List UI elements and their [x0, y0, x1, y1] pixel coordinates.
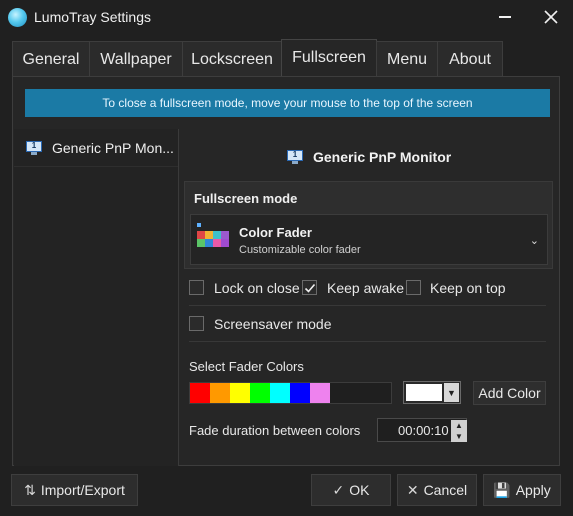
import-export-label: Import/Export [40, 482, 125, 498]
tab-about[interactable]: About [437, 41, 503, 77]
check-icon: ✓ [332, 481, 345, 498]
fade-duration-value: 00:00:10 [398, 423, 449, 438]
keep-on-top-label: Keep on top [430, 280, 506, 296]
monitor-list-item-label: Generic PnP Mon... [52, 140, 174, 156]
minimize-button[interactable] [482, 0, 528, 34]
close-button[interactable] [528, 0, 573, 34]
divider [189, 305, 546, 306]
title-bar: LumoTray Settings [0, 0, 573, 34]
color-picker[interactable]: ▼ [403, 381, 461, 404]
monitor-list-item[interactable]: 1 Generic PnP Mon... [14, 129, 178, 167]
tab-bar: General Wallpaper Lockscreen Fullscreen … [12, 39, 503, 77]
spin-up-icon[interactable]: ▲ [451, 420, 467, 431]
fade-duration-input[interactable]: 00:00:10 ▲ ▼ [377, 418, 467, 442]
fader-color-swatch[interactable] [190, 383, 210, 403]
fullscreen-mode-name: Color Fader [239, 225, 312, 240]
close-icon: ✕ [406, 481, 419, 498]
fader-color-swatch[interactable] [270, 383, 290, 403]
fader-color-swatch[interactable] [210, 383, 230, 403]
chevron-down-icon: ⌄ [529, 235, 539, 247]
cancel-label: Cancel [423, 482, 468, 498]
chevron-down-icon: ▼ [444, 383, 459, 402]
spin-down-icon[interactable]: ▼ [451, 431, 467, 442]
screensaver-mode-checkbox[interactable] [189, 316, 204, 331]
fullscreen-mode-title: Fullscreen mode [194, 191, 298, 206]
ok-label: OK [349, 482, 370, 498]
fullscreen-panel: To close a fullscreen mode, move your mo… [12, 76, 560, 466]
keep-on-top-checkbox[interactable] [406, 280, 421, 295]
import-export-icon: ⇅ [24, 481, 36, 498]
monitor-title: Generic PnP Monitor [313, 149, 452, 165]
checkmark-icon [304, 283, 315, 293]
fader-color-swatch[interactable] [230, 383, 250, 403]
close-icon [544, 10, 558, 24]
ok-button[interactable]: ✓ OK [311, 474, 391, 506]
fade-duration-label: Fade duration between colors [189, 423, 361, 438]
fullscreen-mode-description: Customizable color fader [239, 244, 361, 256]
fullscreen-mode-dropdown[interactable]: Color Fader Customizable color fader ⌄ [190, 214, 548, 265]
add-color-button[interactable]: Add Color [473, 381, 546, 405]
apply-label: Apply [515, 482, 551, 498]
fullscreen-mode-group: Fullscreen mode Color Fader Customizable… [184, 181, 553, 269]
keep-awake-label: Keep awake [327, 280, 405, 296]
tab-lockscreen[interactable]: Lockscreen [182, 41, 282, 77]
lock-on-close-label: Lock on close [214, 280, 300, 296]
fader-color-swatch[interactable] [250, 383, 270, 403]
tab-general[interactable]: General [12, 41, 90, 77]
window-title: LumoTray Settings [34, 9, 151, 25]
tab-wallpaper[interactable]: Wallpaper [89, 41, 183, 77]
monitor-icon: 1 [26, 141, 42, 155]
screensaver-mode-label: Screensaver mode [214, 316, 332, 332]
fader-colors-title: Select Fader Colors [189, 359, 304, 374]
minimize-icon [499, 16, 511, 18]
monitor-icon: 1 [287, 150, 303, 164]
import-export-button[interactable]: ⇅ Import/Export [11, 474, 138, 506]
keep-awake-checkbox[interactable] [302, 280, 317, 295]
monitor-list: 1 Generic PnP Mon... [14, 129, 179, 466]
footer-bar: ⇅ Import/Export ✓ OK ✕ Cancel 💾 Apply [0, 470, 573, 516]
info-banner: To close a fullscreen mode, move your mo… [25, 89, 550, 117]
cancel-button[interactable]: ✕ Cancel [397, 474, 477, 506]
apply-button[interactable]: 💾 Apply [483, 474, 561, 506]
save-icon: 💾 [493, 481, 511, 498]
fader-color-swatch[interactable] [310, 383, 330, 403]
monitor-settings: 1 Generic PnP Monitor Fullscreen mode Co [179, 129, 560, 466]
color-fader-icon [197, 223, 231, 253]
app-logo-icon [8, 8, 27, 27]
tab-fullscreen[interactable]: Fullscreen [281, 39, 377, 76]
lock-on-close-checkbox[interactable] [189, 280, 204, 295]
selected-color-swatch [406, 384, 442, 401]
fader-color-list [189, 382, 392, 404]
divider [189, 341, 546, 342]
tab-menu[interactable]: Menu [376, 41, 438, 77]
fader-color-swatch[interactable] [290, 383, 310, 403]
